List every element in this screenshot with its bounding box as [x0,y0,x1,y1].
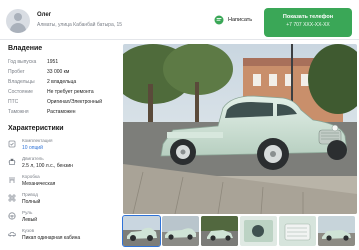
spec-engine: Двигатель 2.5 л, 100 л.с., бензин [8,156,120,172]
ownership-value: Растаможен [47,109,76,115]
seller-name[interactable]: Олег [37,12,51,18]
avatar-body [10,23,26,33]
car-photo-image [123,44,357,214]
show-phone-button[interactable]: Показать телефон +7 707 XXX-XX-XX [264,8,352,37]
spec-gearbox: Коробка Механическая [8,174,120,190]
drive-icon [8,194,16,202]
thumbnail-image [240,216,277,246]
thumbnail-image [162,216,199,246]
ownership-title: Владение [8,45,43,52]
ownership-row: Таможня Растаможен [8,109,118,119]
gallery-thumbnail[interactable] [122,215,161,247]
seller-header: Олег Алматы, улица Кабанбай батыра, 15 Н… [0,0,359,40]
engine-icon [8,158,16,165]
ownership-row: Пробег 33 000 км [8,69,118,79]
thumbnail-image [123,216,160,246]
equipment-icon [8,140,16,148]
ownership-row: Состояние Не требует ремонта [8,89,118,99]
spec-body: Кузов Пикап одинарная кабина [8,228,120,244]
car-details-panel: Владение Год выпуска 1951 Пробег 33 000 … [0,40,121,250]
main-car-photo[interactable] [123,44,357,214]
spec-value-link[interactable]: 10 опций [22,145,43,151]
ownership-key: Состояние [8,89,33,95]
spec-steering: Руль Левый [8,210,120,226]
spec-label: Двигатель [22,156,44,161]
ownership-key: Владельцы [8,79,35,85]
thumbnail-image [201,216,238,246]
spec-label: Руль [22,210,33,215]
ownership-value: Оригинал/Электронный [47,99,103,105]
gallery-thumbnail[interactable] [162,216,199,246]
write-message-button[interactable]: Написать [214,12,252,28]
avatar-head [14,13,22,21]
ownership-row: ПТС Оригинал/Электронный [8,99,118,109]
masked-phone-number: +7 707 XXX-XX-XX [286,22,330,28]
ownership-key: ПТС [8,99,19,105]
gallery-thumbnail[interactable] [240,216,277,246]
ownership-row: Владельцы 2 владельца [8,79,118,89]
spec-label: Комплектация [22,138,53,143]
specs-title: Характеристики [8,125,64,132]
spec-value: Механическая [22,180,56,187]
gallery-thumbnail[interactable] [279,216,316,246]
spec-value: Пикап одинарная кабина [22,234,81,241]
spec-drive: Привод Полный [8,192,120,208]
photo-gallery [121,40,359,250]
spec-equipment[interactable]: Комплектация 10 опций [8,138,120,154]
thumbnail-image [279,216,316,246]
thumbnail-image [318,216,355,246]
write-message-label: Написать [228,17,253,23]
seller-address: Алматы, улица Кабанбай батыра, 15 [37,22,123,28]
gallery-thumbnail[interactable] [318,216,355,246]
ownership-value: 1951 [47,59,59,65]
ownership-key: Пробег [8,69,25,75]
gallery-thumbnail[interactable] [201,216,238,246]
body-icon [8,232,16,237]
chat-icon [214,15,224,25]
show-phone-label: Показать телефон [282,14,334,20]
steering-wheel-icon [8,212,16,220]
spec-label: Привод [22,192,38,197]
spec-label: Коробка [22,174,40,179]
ownership-value: 33 000 км [47,69,70,75]
spec-label: Кузов [22,228,35,233]
spec-value: 2.5 л, 100 л.с., бензин [22,162,73,169]
ownership-row: Год выпуска 1951 [8,59,118,69]
spec-value: Полный [22,198,41,205]
ownership-key: Таможня [8,109,29,115]
ownership-value: Не требует ремонта [47,89,94,95]
ownership-key: Год выпуска [8,59,37,65]
ownership-value: 2 владельца [47,79,77,85]
spec-value: Левый [22,216,38,223]
seller-avatar[interactable] [6,9,30,33]
gearbox-icon [9,177,15,183]
